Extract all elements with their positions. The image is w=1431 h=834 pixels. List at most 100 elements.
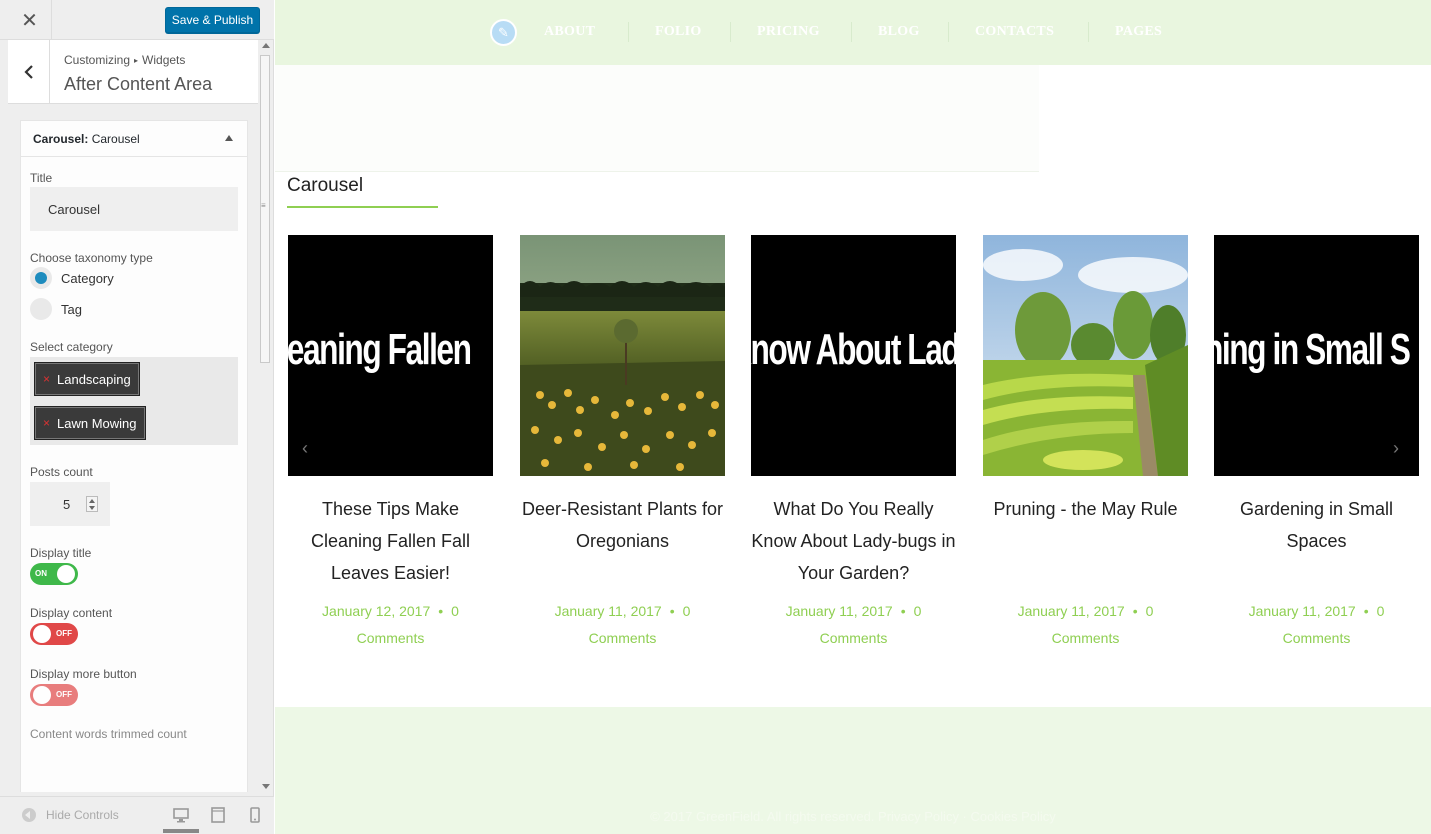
post-meta: January 11, 2017 • 0 Comments — [983, 598, 1188, 652]
post-comments-count[interactable]: 0 — [451, 603, 459, 619]
display-content-label: Display content — [30, 606, 113, 620]
nav-pages[interactable]: PAGES — [1115, 24, 1162, 40]
post-date[interactable]: January 12, 2017 — [322, 603, 430, 619]
post-meta: January 11, 2017 • 0 Comments — [751, 598, 956, 652]
category-chip-label: Landscaping — [57, 371, 131, 387]
nav-contacts[interactable]: CONTACTS — [975, 24, 1054, 40]
desktop-icon[interactable] — [173, 807, 189, 823]
thumbnail-text: Know About Lad — [751, 325, 956, 374]
post-comments-word[interactable]: Comments — [357, 630, 425, 646]
category-chip-label: Lawn Mowing — [57, 415, 137, 431]
meta-dot: • — [1363, 603, 1369, 619]
post-comments-count[interactable]: 0 — [1146, 603, 1154, 619]
breadcrumb-leaf: Widgets — [142, 53, 186, 67]
nav-pricing[interactable]: PRICING — [757, 24, 820, 40]
breadcrumb-root: Customizing — [64, 53, 131, 67]
nav-folio[interactable]: FOLIO — [655, 24, 702, 40]
site-navigation: ✎ ABOUT FOLIO PRICING BLOG CONTACTS PAGE… — [275, 0, 1431, 65]
post-date[interactable]: January 11, 2017 — [1249, 603, 1356, 619]
breadcrumb-separator: ▸ — [134, 56, 139, 65]
sidebar-scrollbar[interactable]: ≡ — [259, 40, 271, 792]
thumbnail-text: ning in Small S — [1214, 325, 1411, 374]
hero-area — [275, 65, 1039, 172]
post-meta: January 11, 2017 • 0 Comments — [1214, 598, 1419, 652]
post-comments-count[interactable]: 0 — [683, 603, 691, 619]
post-title[interactable]: Pruning - the May Rule — [983, 493, 1188, 525]
post-meta: January 12, 2017 • 0 Comments — [288, 598, 493, 652]
widget-title: Carousel: Carousel — [33, 132, 140, 146]
widget-type: Carousel: — [33, 132, 89, 146]
footer-copyright: © 2017 GreenField. All rights reserved. … — [650, 809, 1056, 824]
carousel-prev-icon[interactable]: ‹ — [302, 438, 308, 459]
nav-divider — [730, 22, 731, 42]
collapse-caret-icon[interactable] — [225, 135, 233, 141]
post-thumbnail[interactable]: Know About Lad — [751, 235, 956, 476]
post-thumbnail[interactable]: Cleaning Fallen — [288, 235, 493, 476]
close-icon[interactable]: ✕ — [8, 0, 52, 40]
meta-dot: • — [438, 603, 444, 619]
mobile-icon[interactable] — [247, 807, 263, 823]
customizer-panel: Customizing ▸ Widgets After Content Area C… — [0, 40, 274, 792]
back-arrow-icon[interactable] — [8, 40, 50, 104]
meta-dot: • — [1132, 603, 1138, 619]
post-title[interactable]: Gardening in Small Spaces — [1214, 493, 1419, 557]
carousel-next-icon[interactable]: › — [1393, 438, 1399, 459]
scroll-up-icon[interactable] — [262, 43, 270, 48]
trim-count-label: Content words trimmed count — [30, 727, 187, 741]
meta-dot: • — [900, 603, 906, 619]
post-title[interactable]: Deer-Resistant Plants for Oregonians — [520, 493, 725, 557]
post-thumbnail[interactable] — [983, 235, 1188, 476]
post-date[interactable]: January 11, 2017 — [555, 603, 662, 619]
hedge-maze-photo — [983, 235, 1188, 476]
radio-tag-label: Tag — [61, 302, 82, 317]
post-date[interactable]: January 11, 2017 — [786, 603, 893, 619]
spinner-icon[interactable] — [86, 496, 98, 512]
display-more-toggle[interactable]: OFF — [30, 684, 78, 706]
post-date[interactable]: January 11, 2017 — [1018, 603, 1125, 619]
toggle-knob — [33, 625, 51, 643]
section-title: After Content Area — [64, 74, 213, 94]
post-thumbnail[interactable] — [520, 235, 725, 476]
site-preview: ✎ ABOUT FOLIO PRICING BLOG CONTACTS PAGE… — [275, 0, 1431, 834]
post-comments-word[interactable]: Comments — [589, 630, 657, 646]
toggle-state: ON — [35, 569, 47, 578]
remove-x-icon[interactable]: × — [43, 416, 50, 430]
post-title[interactable]: What Do You Really Know About Lady-bugs … — [751, 493, 956, 589]
section-header: Customizing ▸ Widgets After Content Area — [8, 40, 258, 104]
post-comments-word[interactable]: Comments — [820, 630, 888, 646]
post-comments-word[interactable]: Comments — [1283, 630, 1351, 646]
display-content-toggle[interactable]: OFF — [30, 623, 78, 645]
garden-photo — [520, 235, 725, 476]
save-publish-button[interactable]: Save & Publish — [165, 7, 260, 33]
edit-pencil-icon[interactable]: ✎ — [490, 19, 517, 46]
grip-icon: ≡ — [261, 201, 266, 210]
hide-controls-button[interactable]: Hide Controls — [22, 808, 119, 822]
scroll-down-icon[interactable] — [262, 784, 270, 789]
taxonomy-label: Choose taxonomy type — [30, 251, 153, 265]
display-title-label: Display title — [30, 546, 92, 560]
posts-count-stepper[interactable]: 5 — [30, 482, 110, 526]
remove-x-icon[interactable]: × — [43, 372, 50, 386]
post-comments-word[interactable]: Comments — [1052, 630, 1120, 646]
radio-category[interactable] — [30, 267, 52, 289]
display-title-toggle[interactable]: ON — [30, 563, 78, 585]
display-more-label: Display more button — [30, 667, 137, 681]
hide-controls-label: Hide Controls — [46, 808, 119, 822]
widget-header[interactable]: Carousel: Carousel — [21, 121, 247, 157]
nav-blog[interactable]: BLOG — [878, 24, 920, 40]
post-thumbnail[interactable]: ning in Small S — [1214, 235, 1419, 476]
tablet-icon[interactable] — [210, 807, 226, 823]
title-input[interactable] — [30, 187, 238, 231]
category-chip: × Landscaping — [34, 362, 140, 396]
post-title[interactable]: These Tips Make Cleaning Fallen Fall Lea… — [288, 493, 493, 589]
nav-about[interactable]: ABOUT — [544, 24, 595, 40]
customizer-sidebar: ✕ Save & Publish Customizing ▸ Widgets Aft… — [0, 0, 274, 834]
radio-tag[interactable] — [30, 298, 52, 320]
post-comments-count[interactable]: 0 — [914, 603, 922, 619]
widget-name: Carousel — [91, 132, 140, 146]
category-select[interactable]: × Landscaping × Lawn Mowing — [30, 357, 238, 445]
toggle-knob — [33, 686, 51, 704]
title-label: Title — [30, 171, 53, 185]
post-comments-count[interactable]: 0 — [1377, 603, 1385, 619]
breadcrumb: Customizing ▸ Widgets — [64, 53, 185, 67]
